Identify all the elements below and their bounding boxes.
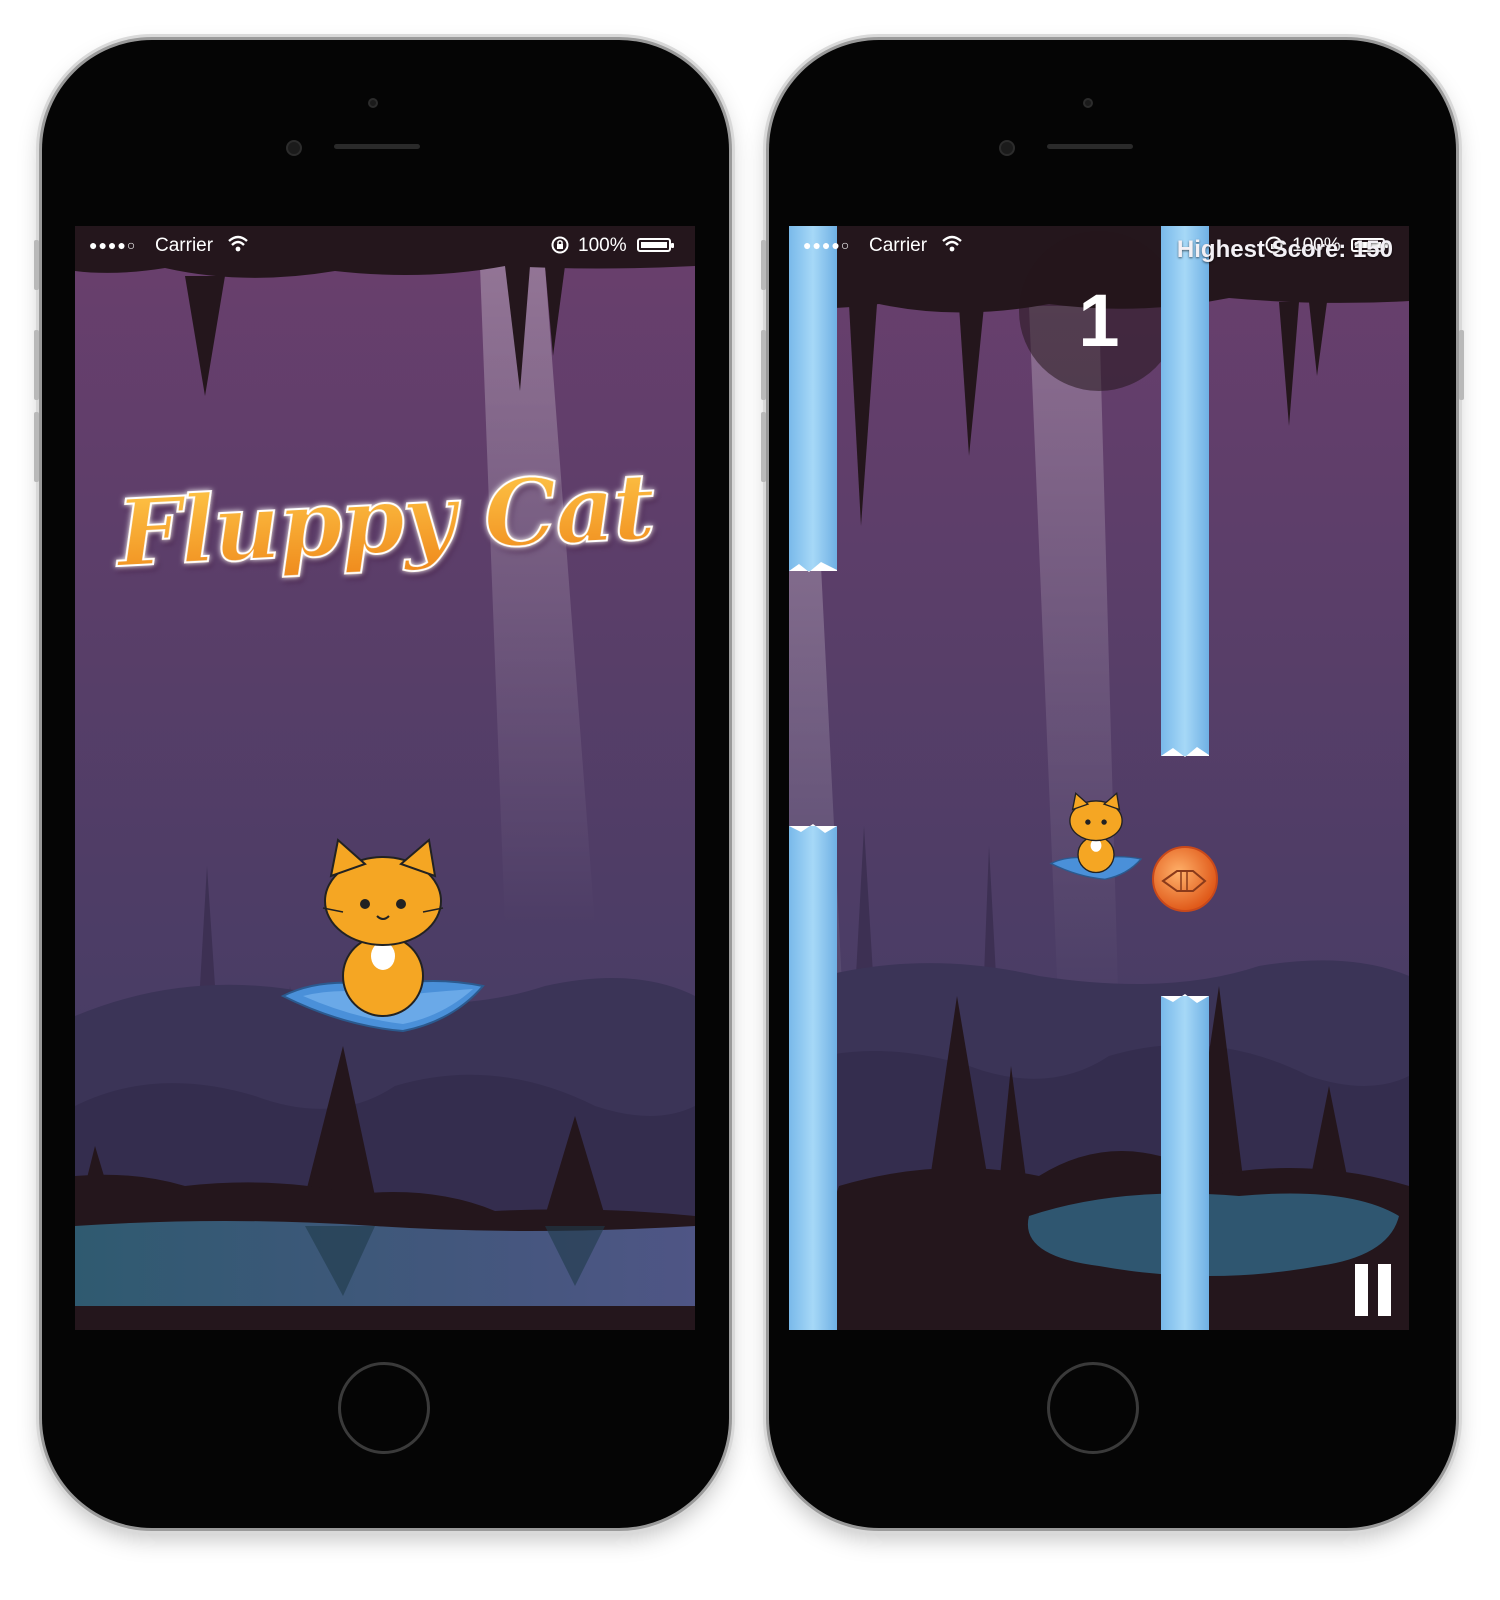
cave-background [789,226,1409,1330]
pause-bar-right [1378,1264,1391,1316]
volume-down-button [34,412,39,482]
sensor-dot [1083,98,1093,108]
carrier-label: Carrier [155,235,214,256]
volume-down-button [761,412,766,482]
phone-right: ●●●●○ Carrier 100% Highest Score: 150 1 [761,40,1464,1528]
sensor-dot [368,98,378,108]
ice-pipe-right-bottom [1161,994,1209,1330]
phone-left: ●●●●○ Carrier 100% Fluppy Cat [34,40,729,1528]
fish-coin-icon [1152,846,1218,912]
current-score: 1 [1078,279,1120,362]
home-button[interactable] [338,1362,430,1454]
pause-bar-left [1355,1264,1368,1316]
ice-pipe-left-bottom [789,824,837,1330]
mute-switch [761,240,766,290]
game-screen-play[interactable]: ●●●●○ Carrier 100% Highest Score: 150 1 [789,226,1409,1330]
rotation-lock-icon [550,235,570,261]
game-screen-start[interactable]: ●●●●○ Carrier 100% Fluppy Cat [75,226,695,1330]
wifi-icon [941,235,963,259]
pause-icon[interactable] [1351,1264,1395,1316]
highest-score-label: Highest Score: 150 [1176,236,1393,263]
battery-percentage: 100% [578,235,627,256]
wifi-icon [227,235,249,259]
signal-strength: ●●●●○ [803,237,851,253]
front-camera [286,140,302,156]
status-bar: ●●●●○ Carrier 100% [75,226,695,266]
volume-up-button [34,330,39,400]
earpiece-speaker [1047,144,1133,149]
cave-background [75,226,695,1330]
carrier-label: Carrier [869,235,928,256]
power-button [1459,330,1464,400]
battery-icon [637,238,674,252]
volume-up-button [761,330,766,400]
mute-switch [34,240,39,290]
earpiece-speaker [334,144,420,149]
front-camera [999,140,1015,156]
signal-strength: ●●●●○ [89,237,137,253]
home-button[interactable] [1047,1362,1139,1454]
ice-pipe-left-top [789,226,837,572]
